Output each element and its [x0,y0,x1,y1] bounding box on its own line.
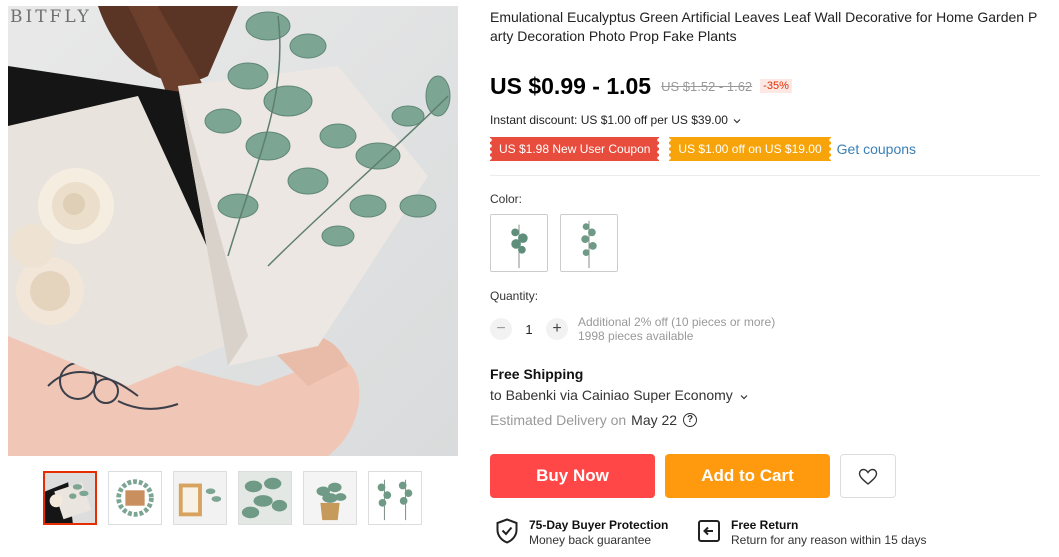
add-to-cart-button[interactable]: Add to Cart [665,454,830,498]
buyer-protection-subtitle: Money back guarantee [529,533,652,547]
stock-available: 1998 pieces available [578,329,694,343]
potted-plant-thumbnail-image [304,472,356,524]
return-icon [698,520,720,542]
chevron-down-icon [733,119,741,124]
color-option-1-image [491,215,547,271]
estimated-delivery-date: May 22 [631,412,678,428]
bouquet-thumbnail-image [45,473,95,523]
divider [490,175,1040,176]
brand-watermark: BITFLY [10,7,92,27]
leaves-thumbnail-image [239,472,291,524]
buyer-protection: 75-Day Buyer Protection Money back guara… [495,518,668,548]
quantity-decrease-button[interactable]: − [490,318,512,340]
store-coupon[interactable]: US $1.00 off on US $19.00 [667,136,833,161]
quantity-increase-button[interactable]: + [546,318,568,340]
original-price: US $1.52 - 1.62 [661,78,753,94]
shipping-route: to Babenki via Cainiao Super Economy [490,387,733,403]
color-option-2-image [561,215,617,271]
new-user-coupon[interactable]: US $1.98 New User Coupon [487,136,662,161]
estimated-delivery: Estimated Delivery on May 22 ? [490,412,698,428]
price-row: US $0.99 - 1.05 US $1.52 - 1.62 -35% [490,70,792,102]
branches-thumbnail-image [369,472,421,524]
thumbnail-3[interactable] [173,471,227,525]
main-product-image[interactable]: BITFLY [8,6,458,456]
quantity-label: Quantity: [490,289,539,303]
quantity-input[interactable]: 1 [512,322,546,337]
wishlist-button[interactable] [840,454,896,498]
wreath-thumbnail-image [109,472,161,524]
frame-thumbnail-image [174,472,226,524]
shipping-method-selector[interactable]: to Babenki via Cainiao Super Economy [490,387,748,403]
thumbnail-4[interactable] [238,471,292,525]
discount-badge: -35% [760,79,792,93]
product-title: Emulational Eucalyptus Green Artificial … [490,9,1038,44]
thumbnail-5[interactable] [303,471,357,525]
buyer-protection-title: 75-Day Buyer Protection [529,518,669,532]
quantity-notes: Additional 2% off (10 pieces or more) 19… [578,315,775,343]
thumbnail-6[interactable] [368,471,422,525]
shield-check-icon [496,518,518,544]
thumbnail-2[interactable] [108,471,162,525]
shipping-title: Free Shipping [490,366,584,382]
instant-discount-text: Instant discount: US $1.00 off per US $3… [490,113,728,127]
thumbnail-strip [43,471,443,525]
thumbnail-1[interactable] [43,471,97,525]
color-option-2[interactable] [560,214,618,272]
instant-discount[interactable]: Instant discount: US $1.00 off per US $3… [490,113,741,127]
quantity-stepper: − 1 + [490,317,568,341]
current-price: US $0.99 - 1.05 [490,72,652,99]
free-return-title: Free Return [731,518,799,532]
get-coupons-link[interactable]: Get coupons [837,141,916,157]
color-label: Color: [490,192,523,206]
chevron-down-icon [740,395,748,400]
free-return-subtitle: Return for any reason within 15 days [731,533,927,547]
help-icon[interactable]: ? [683,413,698,427]
eucalyptus-bouquet-photo [8,6,458,456]
bulk-discount-note: Additional 2% off (10 pieces or more) [578,315,776,329]
heart-icon [858,468,878,485]
color-option-1[interactable] [490,214,548,272]
coupon-row: US $1.98 New User Coupon US $1.00 off on… [487,136,916,161]
free-return: Free Return Return for any reason within… [697,518,926,548]
buy-now-button[interactable]: Buy Now [490,454,655,498]
estimated-delivery-label: Estimated Delivery on [490,412,627,428]
